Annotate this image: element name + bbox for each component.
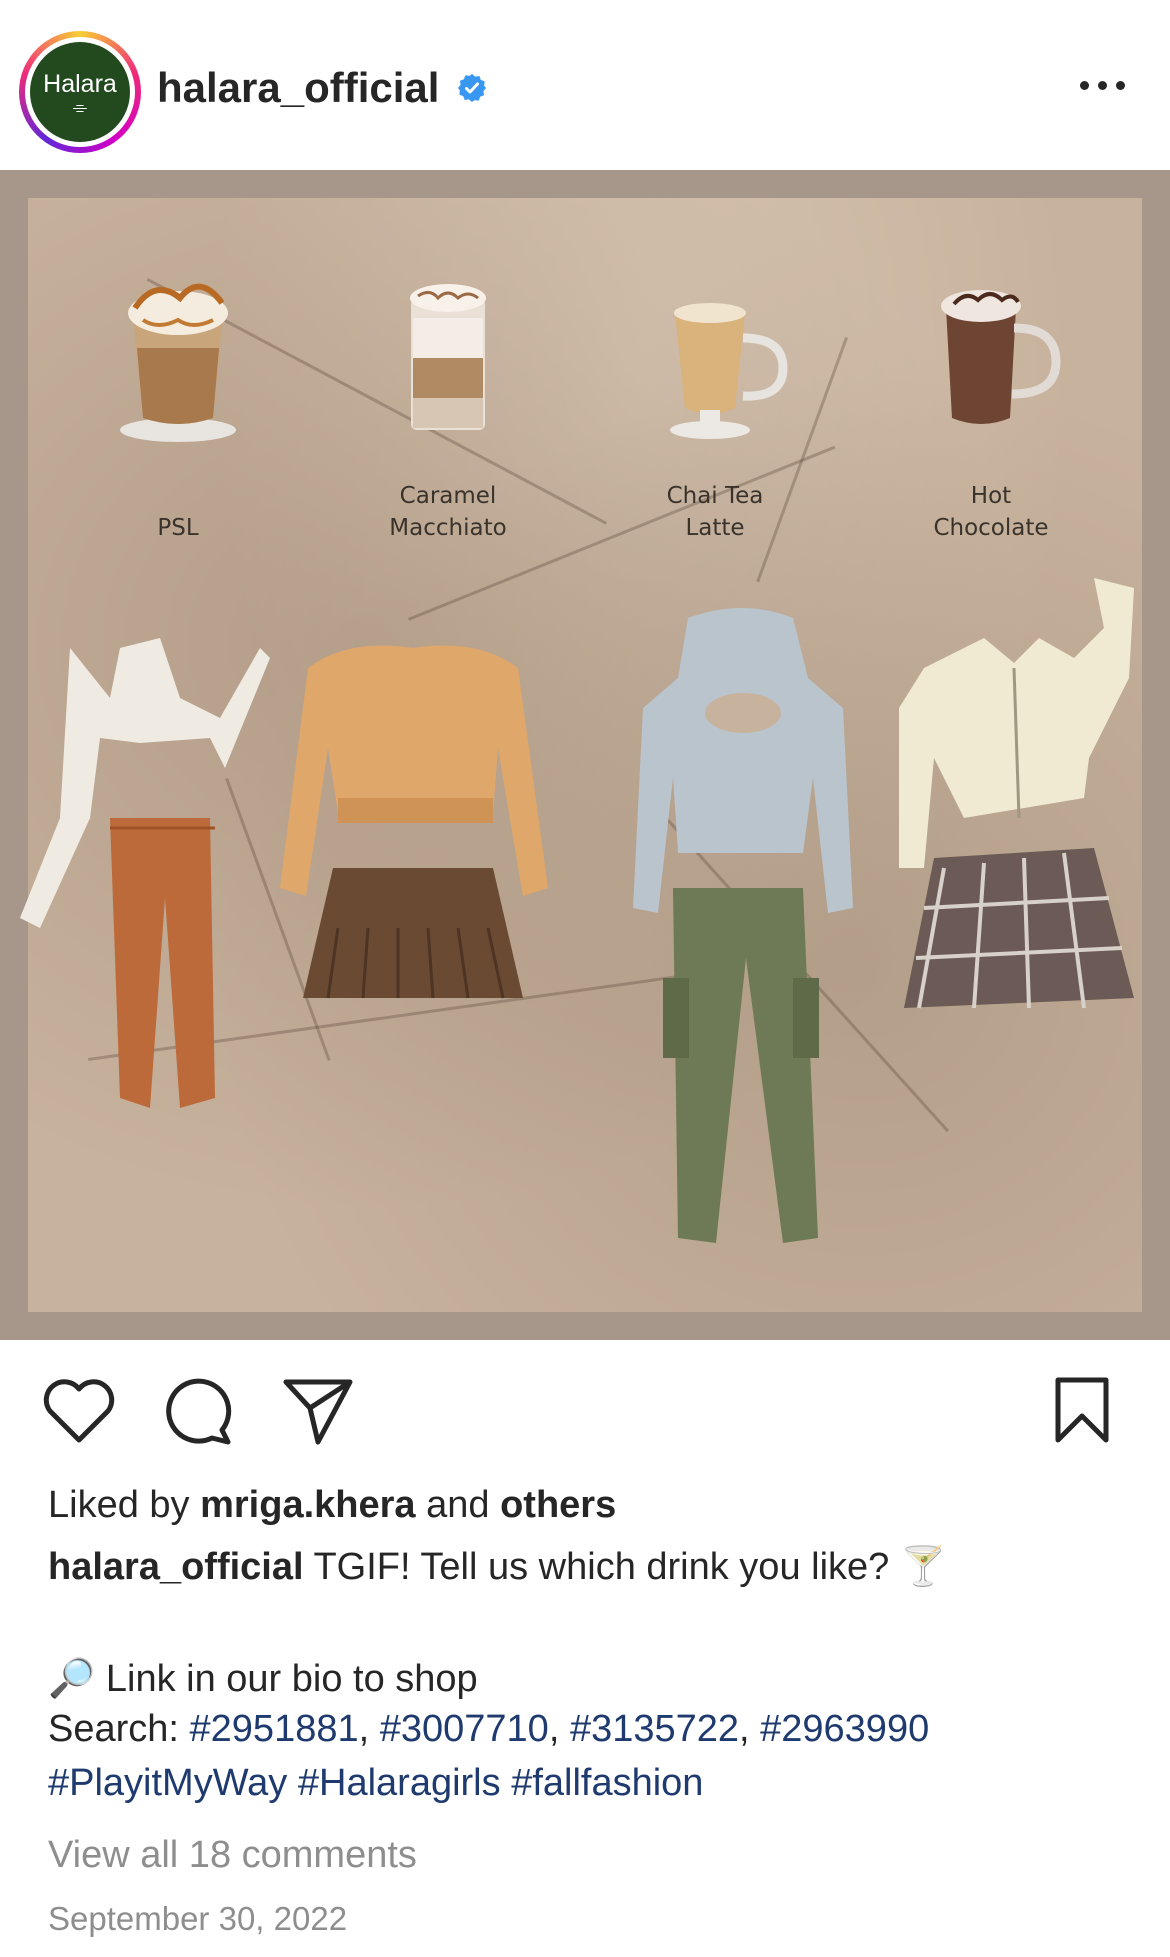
hot-chocolate-mug-image bbox=[941, 290, 1061, 424]
liked-by-prefix: Liked by bbox=[48, 1484, 190, 1526]
drink-psl: PSL bbox=[63, 258, 293, 558]
drink-label-line1: Hot bbox=[970, 483, 1012, 509]
drink-label-line2: Macchiato bbox=[389, 515, 507, 541]
hashtag[interactable]: #PlayitMyWay bbox=[48, 1762, 287, 1804]
view-all-comments-link[interactable]: View all 18 comments bbox=[48, 1834, 417, 1877]
post-date: September 30, 2022 bbox=[48, 1900, 348, 1937]
drink-label-line1: Chai Tea bbox=[666, 483, 764, 509]
story-ring[interactable]: Halara ⌯ bbox=[19, 31, 141, 153]
drink-label-line2: PSL bbox=[157, 515, 199, 541]
collage-board: PSL Caramel Macchiato Chai Tea Latte Hot… bbox=[20, 198, 1142, 1312]
drink-caramel-macchiato: Caramel Macchiato bbox=[333, 258, 563, 558]
drink-label-line2: Latte bbox=[685, 515, 745, 541]
post-header: Halara ⌯ halara_official bbox=[0, 0, 1170, 170]
paper-plane-icon bbox=[283, 1379, 353, 1445]
avatar[interactable]: Halara ⌯ bbox=[30, 42, 130, 142]
like-button[interactable] bbox=[40, 1376, 118, 1446]
comment-button[interactable] bbox=[160, 1374, 234, 1448]
avatar-brand-text: Halara bbox=[43, 70, 117, 98]
magnifier-emoji: 🔎 bbox=[48, 1656, 96, 1700]
save-button[interactable] bbox=[1052, 1376, 1112, 1446]
caption-text: TGIF! Tell us which drink you like? bbox=[313, 1546, 890, 1588]
post-image[interactable]: PSL Caramel Macchiato Chai Tea Latte Hot… bbox=[0, 170, 1170, 1340]
search-line: Search: #2951881, #3007710, #3135722, #2… bbox=[48, 1708, 930, 1750]
hashtag[interactable]: #Halaragirls bbox=[298, 1762, 501, 1804]
search-tag[interactable]: #3007710 bbox=[380, 1708, 549, 1750]
heart-icon bbox=[43, 1379, 115, 1443]
more-options-button[interactable] bbox=[1078, 72, 1128, 98]
drink-chai-tea-latte: Chai Tea Latte bbox=[600, 258, 830, 558]
username[interactable]: halara_official bbox=[157, 64, 439, 112]
drink-label-line2: Chocolate bbox=[933, 515, 1049, 541]
bookmark-icon bbox=[1055, 1377, 1109, 1443]
comment-icon bbox=[166, 1378, 232, 1445]
caramel-macchiato-cup-image bbox=[410, 284, 486, 430]
hashtag[interactable]: #fallfashion bbox=[511, 1762, 703, 1804]
liked-by-and: and bbox=[426, 1484, 490, 1526]
drink-label-line1: Caramel bbox=[399, 483, 497, 509]
liked-by-user[interactable]: mriga.khera bbox=[200, 1484, 415, 1526]
bio-line: 🔎 Link in our bio to shop bbox=[48, 1656, 478, 1701]
search-tag[interactable]: #2963990 bbox=[760, 1708, 929, 1750]
cocktail-emoji: 🍸 bbox=[899, 1544, 948, 1588]
bio-text: Link in our bio to shop bbox=[105, 1658, 478, 1700]
outfit-psl bbox=[20, 638, 270, 1108]
chai-tea-latte-cup-image bbox=[670, 303, 788, 439]
liked-by-others[interactable]: others bbox=[500, 1484, 616, 1526]
search-tag[interactable]: #2951881 bbox=[190, 1708, 359, 1750]
outfit-hot-chocolate bbox=[899, 578, 1134, 1009]
leaf-icon: ⌯ bbox=[72, 97, 88, 117]
verified-badge-icon bbox=[458, 74, 486, 102]
psl-cup-image bbox=[120, 283, 236, 442]
caption-username[interactable]: halara_official bbox=[48, 1546, 304, 1588]
outfit-chai-tea-latte bbox=[633, 608, 853, 1243]
share-button[interactable] bbox=[280, 1376, 356, 1446]
caption-line: halara_official TGIF! Tell us which drin… bbox=[48, 1544, 947, 1589]
outfit-caramel-macchiato bbox=[280, 645, 548, 999]
likes-line: Liked by mriga.khera and others bbox=[48, 1484, 616, 1527]
hashtags-line: #PlayitMyWay #Halaragirls #fallfashion bbox=[48, 1762, 703, 1805]
search-label: Search: bbox=[48, 1708, 179, 1750]
search-tag[interactable]: #3135722 bbox=[570, 1708, 739, 1750]
drink-hot-chocolate: Hot Chocolate bbox=[876, 258, 1106, 558]
